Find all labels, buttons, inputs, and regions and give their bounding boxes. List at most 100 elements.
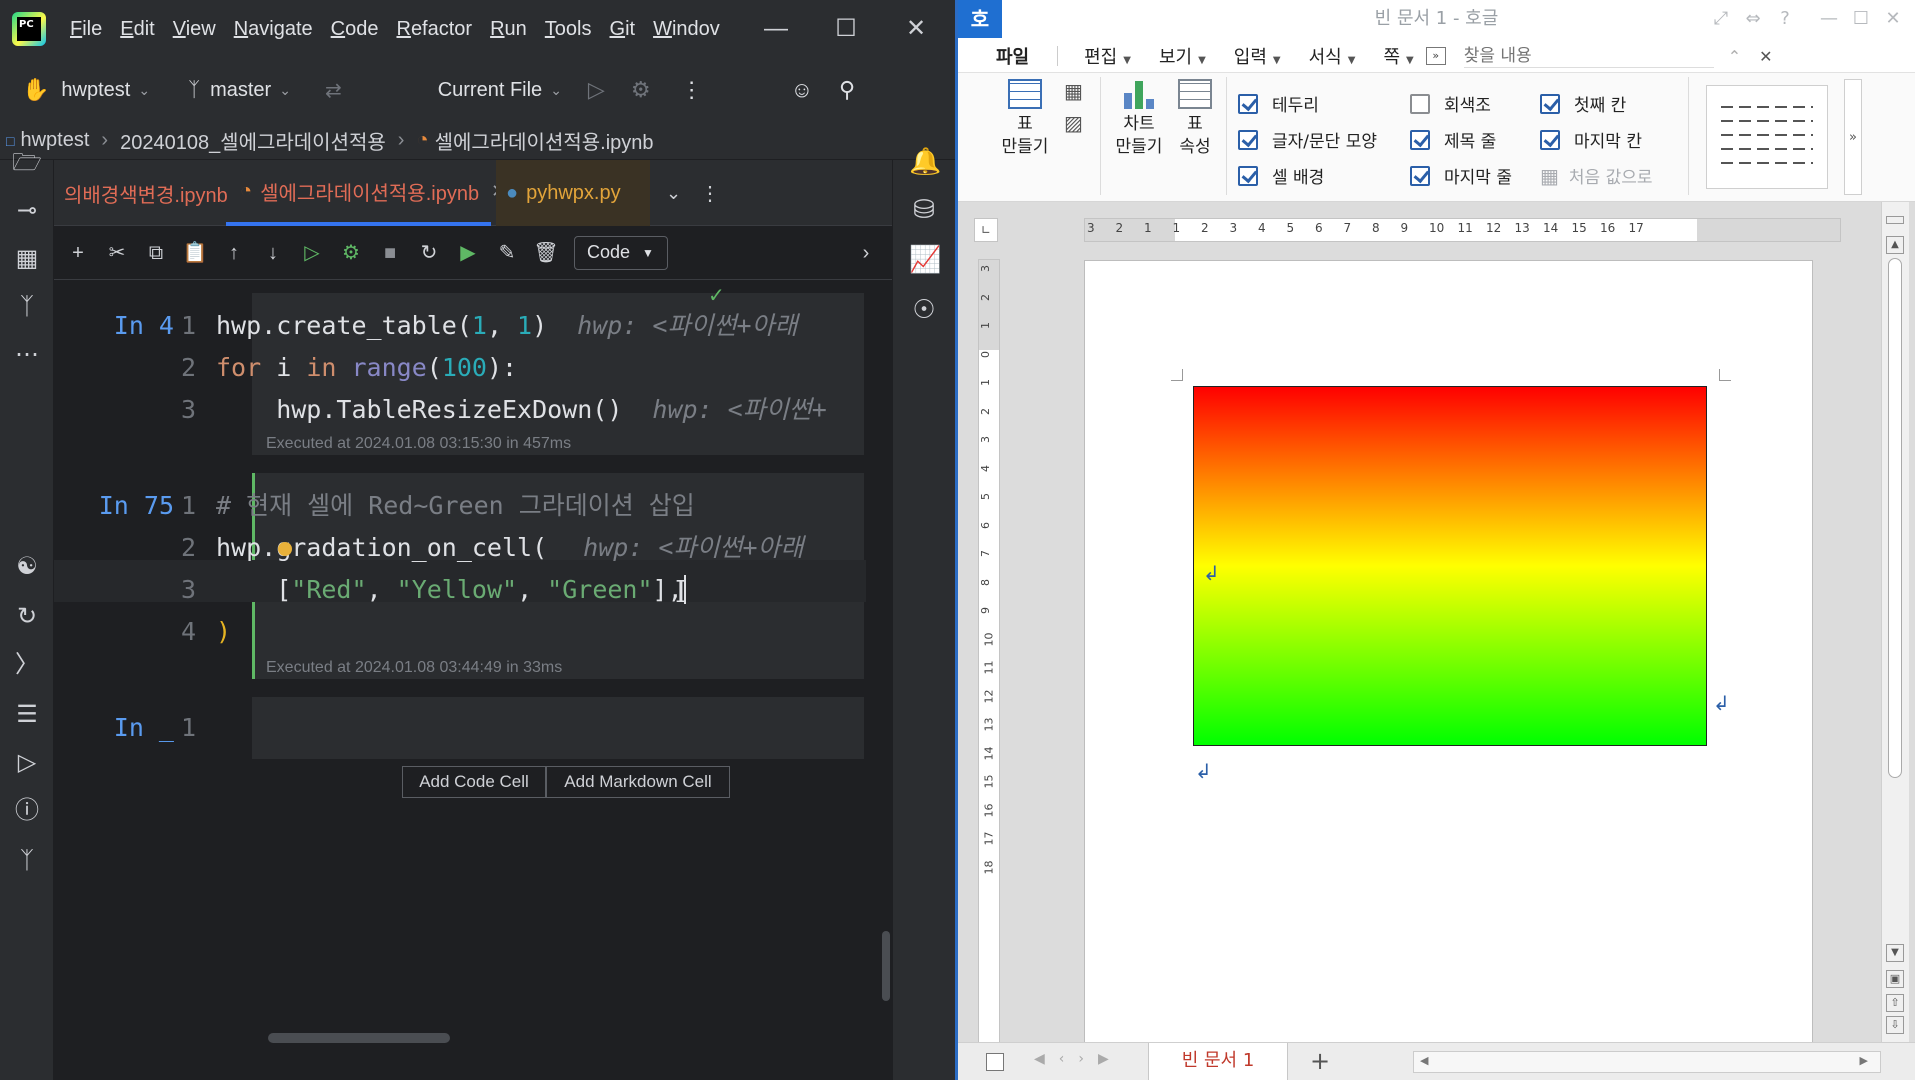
document-scrollbar[interactable]: ▲ ▼ ▣ ⇧ ⇩ (1881, 202, 1909, 1042)
python-console-icon[interactable]: ☯ (12, 552, 42, 582)
run-icon[interactable]: ▷ (588, 77, 605, 103)
code-comment[interactable]: # 현재 셀에 Red~Green 그라데이션 삽입 (216, 485, 695, 527)
vcs-update-icon[interactable]: ⇄ (325, 78, 342, 103)
prev-page-icon[interactable]: ⇧ (1886, 994, 1904, 1012)
checkbox-char-para[interactable]: 글자/문단 모양 (1238, 127, 1377, 152)
checkbox-border[interactable]: 테두리 (1238, 91, 1319, 116)
notifications-icon[interactable]: 🔔 (909, 146, 941, 176)
problems-icon[interactable]: ⓘ (12, 796, 42, 826)
terminal-icon[interactable]: 〉 (12, 650, 42, 680)
help-icon[interactable]: ? (1772, 6, 1798, 32)
code-line[interactable]: hwp.TableResizeExDown() hwp: <파이썬+ (216, 389, 827, 431)
close-icon[interactable]: ✕ (1880, 6, 1906, 32)
run-tool-icon[interactable]: ▷ (12, 748, 42, 778)
hangul-logo-icon[interactable]: 호 (958, 0, 1002, 38)
checkbox-grayscale[interactable]: 회색조 (1410, 91, 1491, 116)
table-erase-icon[interactable]: ▨ (1064, 111, 1083, 135)
add-markdown-cell-button[interactable]: Add Markdown Cell (546, 766, 730, 798)
add-code-cell-button[interactable]: Add Code Cell (402, 766, 546, 798)
pycharm-logo-icon[interactable]: PC (12, 12, 46, 46)
table-create-button[interactable]: 표 만들기 (994, 79, 1056, 159)
commit-icon[interactable]: ⊸ (12, 196, 42, 226)
move-down-icon[interactable]: ↓ (257, 237, 289, 269)
tab-gradient-notebook[interactable]: ◔ 셀에그라데이션적용.ipynb ✕ (226, 160, 506, 226)
vertical-ruler[interactable]: 3 2 1 0 1 2 3 4 5 6 7 8 9 10 11 12 13 14 15 16 17 18 (978, 259, 1000, 1044)
scroll-down-icon[interactable]: ▼ (1886, 944, 1904, 962)
cut-icon[interactable]: ✂ (101, 237, 133, 269)
add-tab-button[interactable]: + (1310, 1047, 1330, 1075)
menu-format[interactable]: 서식 ▼ (1309, 43, 1356, 69)
tabs-dropdown-icon[interactable]: ⌄ (666, 160, 681, 226)
structure-icon[interactable]: ▦ (12, 244, 42, 274)
menu-navigate[interactable]: Navigate (234, 18, 313, 41)
sciview-icon[interactable]: 📈 (909, 244, 941, 274)
folder-icon[interactable]: 🗁 (12, 148, 42, 178)
minimize-icon[interactable]: — (1816, 6, 1842, 32)
menu-edit[interactable]: 편집 ▼ (1084, 43, 1131, 69)
database-icon[interactable]: ⛁ (909, 194, 939, 224)
pull-requests-icon[interactable]: ᛉ (12, 292, 42, 322)
tabs-more-icon[interactable]: ⋮ (700, 160, 720, 226)
restart-kernel-icon[interactable]: ↻ (413, 237, 445, 269)
run-all-icon[interactable]: ▶ (452, 237, 484, 269)
add-user-icon[interactable]: ☺ (791, 77, 813, 103)
page-view-icon[interactable]: ▣ (1886, 970, 1904, 988)
table-draw-icon[interactable]: ▦ (1064, 79, 1083, 103)
branch-selector[interactable]: ᛉ master ⌄ (188, 79, 291, 102)
code-line[interactable]: ) (216, 611, 231, 653)
menu-view[interactable]: View (173, 18, 216, 41)
tab-stop-icon[interactable]: ∟ (974, 218, 998, 242)
add-cell-icon[interactable]: + (62, 237, 94, 269)
breadcrumb-file[interactable]: 셀에그라데이션적용.ipynb (435, 126, 654, 155)
code-line[interactable]: hwp.gradation_on_cell(hwp: <파이썬+아래 (216, 527, 804, 569)
move-up-icon[interactable]: ↑ (218, 237, 250, 269)
scroll-right-icon[interactable]: ▶ (1860, 1054, 1868, 1067)
split-icon[interactable]: ⇔ (1740, 6, 1766, 32)
tab-background-notebook[interactable]: 의배경색변경.ipynb (64, 160, 228, 226)
table-style-preview[interactable] (1706, 85, 1828, 189)
horizontal-scrollbar[interactable] (268, 1033, 450, 1043)
layers-icon[interactable]: ☰ (12, 700, 42, 730)
table-properties-button[interactable]: 표 속성 (1170, 79, 1220, 159)
debug-cell-icon[interactable]: ⚙ (335, 237, 367, 269)
menu-run[interactable]: Run (490, 18, 527, 41)
maximize-icon[interactable]: ☐ (826, 10, 866, 48)
menu-tools[interactable]: Tools (545, 18, 592, 41)
code-line[interactable]: for i in range(100): (216, 347, 517, 389)
close-doc-icon[interactable]: ✕ (1759, 47, 1772, 66)
menu-insert[interactable]: 입력 ▼ (1234, 43, 1281, 69)
stop-icon[interactable]: ■ (374, 237, 406, 269)
minimize-icon[interactable]: — (756, 10, 796, 48)
new-doc-icon[interactable] (986, 1053, 1004, 1071)
checkbox-last-row[interactable]: 마지막 줄 (1410, 163, 1512, 188)
menu-page[interactable]: 쪽 ▼ (1383, 43, 1413, 69)
breadcrumb-folder[interactable]: 20240108_셀에그라데이션적용 (120, 126, 386, 155)
reset-style-button[interactable]: ▦ 처음 값으로 (1540, 163, 1653, 189)
code-line[interactable]: hwp.create_table(1, 1) hwp: <파이썬+아래 (216, 305, 798, 347)
menu-git[interactable]: Git (610, 18, 636, 41)
fullscreen-icon[interactable]: ⤢ (1708, 6, 1734, 32)
delete-cell-icon[interactable]: 🗑 (530, 237, 562, 269)
split-view-icon[interactable] (1886, 216, 1904, 224)
scroll-left-icon[interactable]: ◀ (1420, 1054, 1428, 1067)
checkbox-last-col[interactable]: 마지막 칸 (1540, 127, 1642, 152)
checkbox-first-col[interactable]: 첫째 칸 (1540, 91, 1626, 116)
notebook-editor[interactable]: ✓ In 4 1 2 3 hwp.create_table(1, 1) hwp: … (54, 281, 892, 1080)
document-page[interactable]: ↲ ↲ ↲ (1084, 260, 1813, 1050)
more-menu-icon[interactable]: » (1425, 47, 1446, 65)
maximize-icon[interactable]: ☐ (1848, 6, 1874, 32)
horizontal-ruler[interactable]: 3 2 1 1 2 3 4 5 6 7 8 9 10 11 12 13 14 15 16 17 (1084, 218, 1841, 242)
menu-refactor[interactable]: Refactor (396, 18, 472, 41)
paste-icon[interactable]: 📋 (179, 237, 211, 269)
next-page-icon[interactable]: ⇩ (1886, 1016, 1904, 1034)
collapse-ribbon-icon[interactable]: ⌃ (1728, 47, 1741, 66)
chart-create-button[interactable]: 차트 만들기 (1108, 79, 1170, 159)
scroll-thumb[interactable] (1888, 258, 1902, 778)
vertical-scrollbar[interactable] (882, 931, 890, 1001)
tab-pyhwpx[interactable]: ● pyhwpx.py (496, 160, 650, 226)
more-actions-icon[interactable]: ⋮ (681, 77, 703, 103)
tab-nav-icons[interactable]: ◀‹›▶ (1034, 1051, 1123, 1067)
checkbox-cell-bg[interactable]: 셀 배경 (1238, 163, 1324, 188)
find-input[interactable] (1463, 44, 1714, 68)
copy-icon[interactable]: ⧉ (140, 237, 172, 269)
